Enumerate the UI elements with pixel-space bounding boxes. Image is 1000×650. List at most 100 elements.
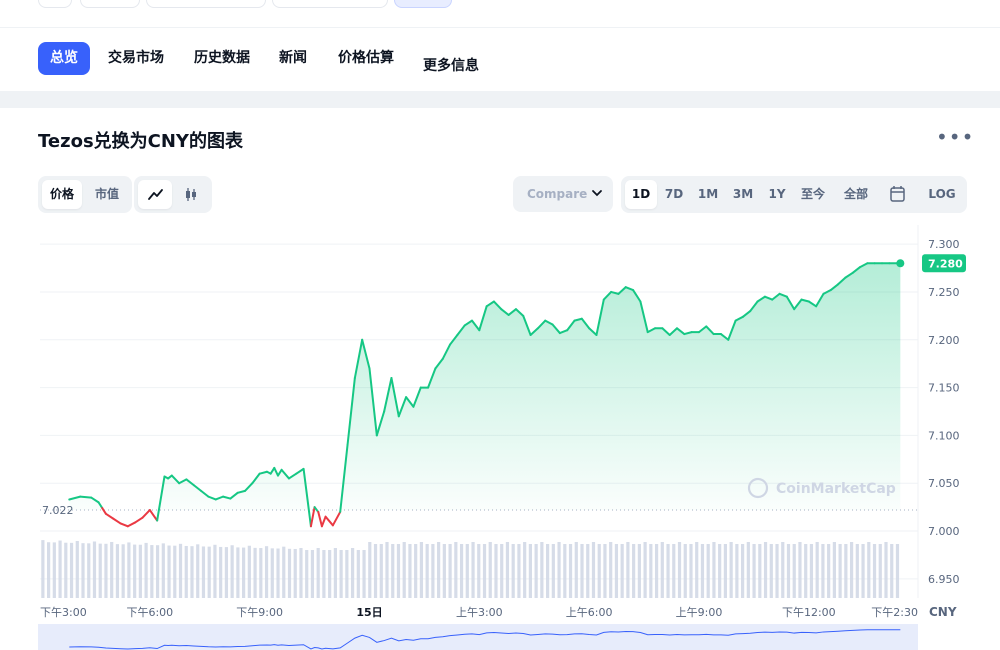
x-tick-label: 下午9:00 [236, 606, 283, 619]
volume-bar [402, 542, 406, 598]
volume-bar [368, 542, 372, 598]
volume-bar [230, 545, 234, 598]
volume-bar [259, 548, 263, 598]
price-chart-svg: 6.950 7.000 7.050 7.100 7.150 7.200 7.250 7.300… [38, 225, 966, 650]
top-strip [0, 0, 1000, 28]
volume-bar [242, 547, 246, 598]
tab-markets[interactable]: 交易市场 [96, 42, 176, 75]
line-chart-icon [148, 189, 163, 200]
volume-bar [660, 542, 664, 598]
volume-bar [614, 544, 619, 598]
volume-bar [741, 544, 745, 598]
volume-bar [723, 544, 728, 598]
volume-bar [580, 544, 584, 598]
market-cap-toggle[interactable]: 市值 [86, 180, 128, 209]
volume-bar [482, 544, 487, 598]
ellipsis-icon[interactable]: ••• [936, 127, 973, 152]
tab-price-estimates[interactable]: 价格估算 [326, 42, 406, 75]
volume-bar [213, 544, 217, 598]
x-tick-label: 下午6:00 [126, 606, 173, 619]
volume-bar [305, 550, 309, 598]
volume-bar [786, 544, 791, 598]
volume-bar [419, 542, 424, 598]
y-tick-label: 7.150 [928, 382, 960, 395]
volume-bar [528, 544, 532, 598]
volume-bar [637, 544, 641, 598]
price-chart[interactable]: 6.950 7.000 7.050 7.100 7.150 7.200 7.250 7.300… [0, 225, 1000, 650]
volume-bar [373, 544, 378, 598]
volume-bar [247, 545, 251, 598]
nav-pill[interactable] [394, 0, 452, 8]
volume-bar [385, 542, 389, 598]
range-1d[interactable]: 1D [625, 180, 657, 209]
volume-bar [115, 544, 120, 598]
volume-bar [643, 542, 647, 598]
price-line-segment [317, 510, 323, 528]
volume-bar [729, 542, 733, 598]
volume-bar [184, 545, 188, 598]
volume-bar [500, 544, 504, 598]
volume-bar [821, 544, 825, 598]
current-price-label: 7.280 [928, 257, 963, 270]
volume-bar [127, 542, 131, 598]
volume-bar [236, 547, 240, 598]
volume-bar [557, 542, 561, 598]
volume-bar [316, 548, 320, 598]
volume-bar [815, 542, 819, 598]
volume-bar [98, 543, 102, 598]
nav-pill[interactable] [38, 0, 72, 8]
price-line-segment [112, 517, 122, 525]
volume-bar [350, 548, 355, 598]
volume-bar [322, 550, 326, 598]
volume-bar [196, 544, 200, 598]
tab-overview[interactable]: 总览 [38, 42, 90, 75]
range-1m[interactable]: 1M [693, 180, 723, 209]
nav-pill[interactable] [80, 0, 140, 8]
volume-bar [276, 548, 280, 598]
range-log[interactable]: LOG [921, 180, 963, 209]
volume-bar [47, 542, 51, 598]
tab-historical-data[interactable]: 历史数据 [182, 42, 262, 75]
volume-bar [534, 544, 538, 598]
volume-bar [804, 544, 808, 598]
chart-title: Tezos兑换为CNY的图表 [38, 131, 243, 152]
candlestick-icon [186, 188, 196, 201]
compare-dropdown[interactable]: Compare [513, 176, 613, 212]
metric-toggle: 价格 市值 [38, 176, 132, 213]
tab-news[interactable]: 新闻 [267, 42, 319, 75]
volume-bar [161, 543, 165, 598]
volume-bar [718, 544, 722, 598]
y-tick-label: 7.250 [928, 286, 960, 299]
volume-bar [597, 544, 601, 598]
volume-bar [414, 544, 418, 598]
volume-bar [207, 546, 211, 598]
volume-bar [442, 544, 446, 598]
candlestick-button[interactable] [174, 180, 208, 209]
volume-bar [551, 544, 555, 598]
volume-bar [219, 546, 223, 598]
range-7d[interactable]: 7D [659, 180, 689, 209]
range-ytd[interactable]: 至今 [795, 180, 831, 209]
volume-bar [700, 544, 705, 598]
range-navigator [38, 624, 918, 650]
volume-bar [563, 544, 567, 598]
volume-bar [431, 544, 435, 598]
line-chart-button[interactable] [138, 180, 172, 209]
tab-more-info[interactable]: 更多信息 [411, 50, 491, 83]
range-3m[interactable]: 3M [727, 180, 759, 209]
volume-bar [884, 542, 888, 598]
calendar-button[interactable] [881, 180, 913, 209]
volume-bar [41, 540, 45, 598]
volume-bar [683, 544, 687, 598]
calendar-icon [890, 186, 905, 202]
volume-bar [591, 542, 596, 598]
nav-pill[interactable] [146, 0, 266, 8]
volume-bar [890, 544, 894, 598]
volume-bar [270, 548, 274, 598]
nav-pill[interactable] [272, 0, 388, 8]
price-toggle[interactable]: 价格 [42, 180, 82, 209]
volume-bar [677, 542, 682, 598]
volume-bar [689, 544, 693, 598]
range-1y[interactable]: 1Y [763, 180, 791, 209]
range-all[interactable]: 全部 [835, 180, 877, 209]
